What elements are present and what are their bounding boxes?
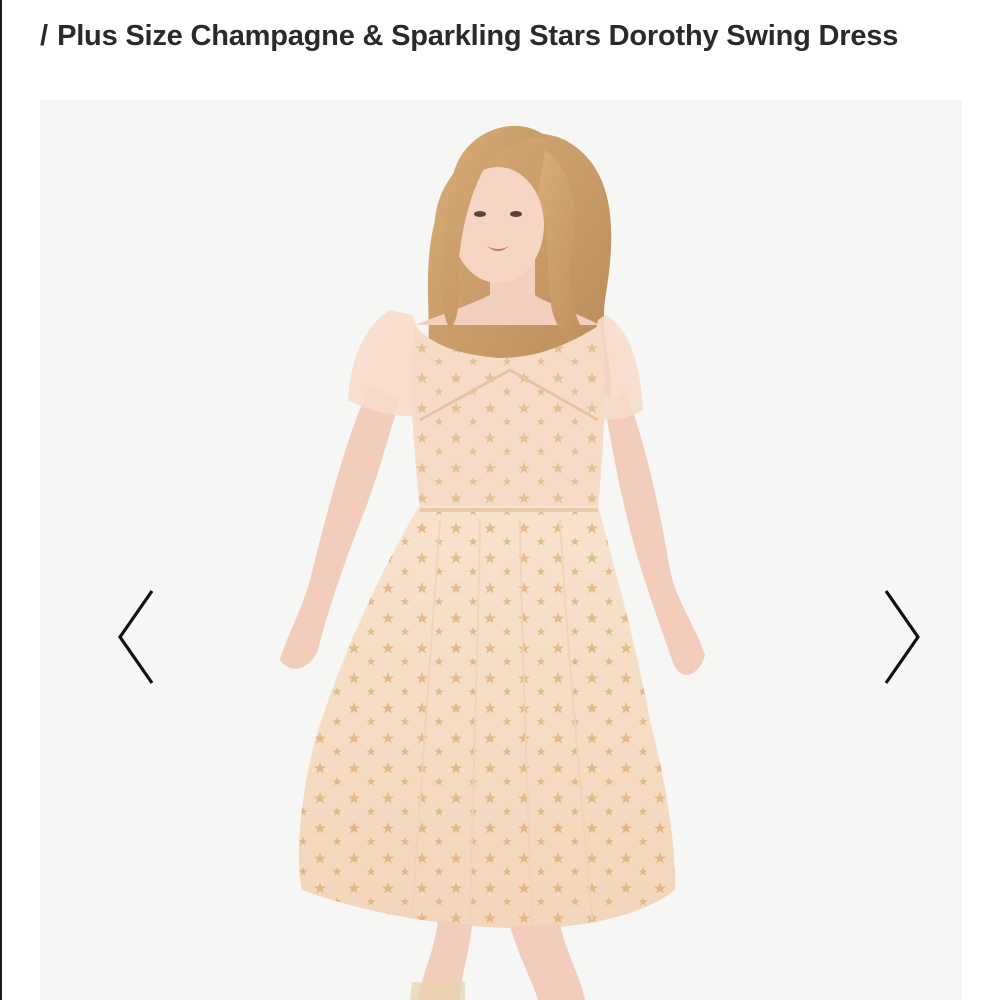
breadcrumb-separator: / xyxy=(40,19,49,52)
product-image-carousel[interactable] xyxy=(40,100,962,1000)
page-title: Plus Size Champagne & Sparkling Stars Do… xyxy=(57,19,899,52)
product-header: / Plus Size Champagne & Sparkling Stars … xyxy=(40,14,970,58)
chevron-right-icon xyxy=(884,590,920,684)
left-edge-divider xyxy=(0,0,2,1000)
next-image-button[interactable] xyxy=(872,582,932,692)
previous-image-button[interactable] xyxy=(106,582,166,692)
chevron-left-icon xyxy=(118,590,154,684)
product-photo xyxy=(280,125,705,1000)
